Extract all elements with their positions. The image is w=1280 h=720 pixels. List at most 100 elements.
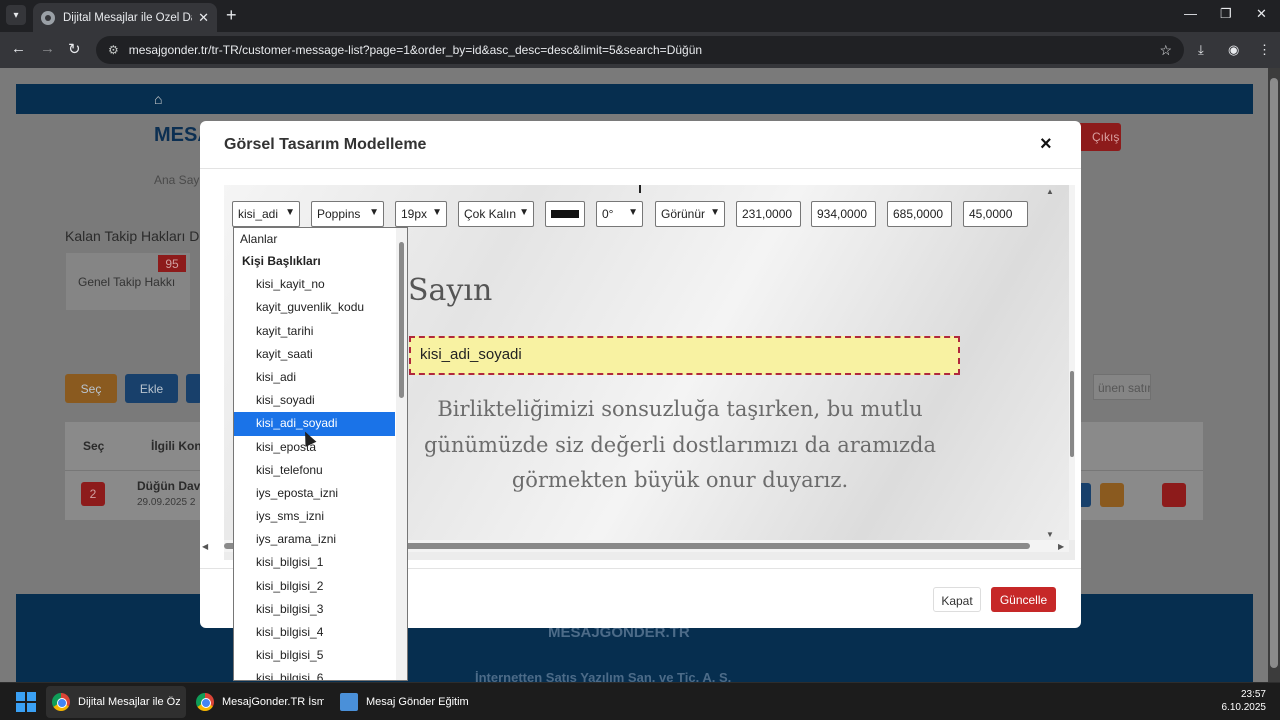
forward-icon[interactable]: → — [40, 40, 55, 57]
dropdown-option[interactable]: iys_arama_izni — [234, 528, 407, 551]
taskbar-app-chrome-1[interactable]: Dijital Mesajlar ile Özel D — [46, 686, 186, 718]
greeting-text[interactable]: Sayın — [408, 273, 492, 308]
dropdown-option[interactable]: kayit_guvenlik_kodu — [234, 296, 407, 319]
taskbar-app-label: Dijital Mesajlar ile Özel D — [78, 696, 180, 708]
field-select-value: kisi_adi — [238, 207, 279, 221]
maximize-icon[interactable]: ❐ — [1220, 6, 1232, 22]
dropdown-option[interactable]: kisi_adi — [234, 366, 407, 389]
dropdown-option[interactable]: kisi_eposta — [234, 436, 407, 459]
dropdown-option-selected[interactable]: kisi_adi_soyadi — [234, 412, 395, 436]
close-tab-icon[interactable]: ✕ — [198, 10, 209, 26]
document-icon — [340, 693, 358, 711]
selected-field-label: kisi_adi_soyadi — [420, 346, 522, 363]
dropdown-scrollbar-thumb[interactable] — [399, 242, 404, 398]
browser-tab-active[interactable]: Dijital Mesajlar ile Özel Davetiye ✕ — [33, 3, 217, 32]
row-number-badge[interactable]: 2 — [81, 482, 105, 506]
row-design-icon[interactable] — [1100, 483, 1124, 507]
select-button[interactable]: Seç — [65, 374, 117, 403]
minimize-icon[interactable]: — — [1184, 6, 1197, 21]
font-family-select[interactable]: Poppins ▼ — [311, 201, 384, 227]
dropdown-option[interactable]: iys_sms_izni — [234, 505, 407, 528]
row-subject: Düğün Dav — [137, 479, 201, 493]
close-icon[interactable]: × — [1040, 133, 1052, 156]
close-window-icon[interactable]: ✕ — [1256, 6, 1267, 22]
selected-text-field[interactable]: kisi_adi_soyadi — [409, 336, 960, 375]
modal-header: Görsel Tasarım Modelleme × — [200, 121, 1081, 169]
windows-start-icon[interactable] — [16, 692, 36, 712]
system-clock[interactable]: 23:57 6.10.2025 — [1218, 688, 1267, 714]
site-info-icon[interactable]: ⚙ — [108, 43, 119, 57]
close-button[interactable]: Kapat — [933, 587, 981, 612]
rotation-select[interactable]: 0° ▼ — [596, 201, 643, 227]
font-weight-select[interactable]: Çok Kalın ▼ — [458, 201, 534, 227]
chevron-down-icon: ▼ — [369, 207, 379, 218]
taskbar-app-label: Mesaj Gönder Eğitim Ba — [366, 696, 468, 708]
y-position-input[interactable]: 934,0000 — [811, 201, 876, 227]
text-color-picker[interactable] — [545, 201, 585, 227]
field-select[interactable]: kisi_adi ▼ — [232, 201, 300, 227]
font-size-value: 19px — [401, 207, 428, 221]
row-delete-icon[interactable] — [1162, 483, 1186, 507]
dropdown-option[interactable]: kisi_bilgisi_6 — [234, 667, 407, 680]
font-size-select[interactable]: 19px ▼ — [395, 201, 447, 227]
page-scrollbar[interactable] — [1268, 68, 1280, 682]
dropdown-option[interactable]: kisi_bilgisi_5 — [234, 644, 407, 667]
dropdown-option[interactable]: kisi_bilgisi_3 — [234, 598, 407, 621]
address-bar[interactable]: ⚙ mesajgonder.tr/tr-TR/customer-message-… — [96, 36, 1184, 64]
tab-search-icon[interactable]: ▾ — [6, 5, 26, 25]
page-scrollbar-thumb[interactable] — [1270, 78, 1278, 668]
dropdown-option[interactable]: kisi_bilgisi_1 — [234, 551, 407, 574]
browser-tabbar: ▾ Dijital Mesajlar ile Özel Davetiye ✕ +… — [0, 0, 1280, 32]
back-icon[interactable]: ← — [11, 40, 26, 57]
menu-kebab-icon[interactable]: ⋮ — [1258, 42, 1271, 58]
font-weight-value: Çok Kalın — [464, 207, 517, 221]
x-position-input[interactable]: 231,0000 — [736, 201, 801, 227]
scroll-down-arrow-icon[interactable]: ▼ — [1046, 530, 1054, 539]
home-icon[interactable]: ⌂ — [154, 91, 162, 107]
profile-icon[interactable]: ◉ — [1228, 42, 1239, 58]
update-button[interactable]: Güncelle — [991, 587, 1056, 612]
column-header-select: Seç — [83, 439, 105, 453]
width-input[interactable]: 685,0000 — [887, 201, 952, 227]
new-tab-icon[interactable]: + — [226, 5, 237, 26]
taskbar-app-chrome-2[interactable]: MesajGonder.TR İsme Ö — [190, 686, 330, 718]
dropdown-scrollbar[interactable] — [396, 228, 407, 680]
reload-icon[interactable]: ↻ — [68, 40, 81, 58]
download-icon[interactable]: ⤓ — [1198, 42, 1204, 58]
scroll-up-arrow-icon[interactable]: ▲ — [1046, 187, 1054, 196]
visibility-value: Görünür — [661, 207, 706, 221]
breadcrumb: Ana Say — [154, 173, 200, 187]
dropdown-option[interactable]: iys_eposta_izni — [234, 482, 407, 505]
dropdown-group-label: Kişi Başlıkları — [242, 254, 321, 268]
dropdown-option[interactable]: kisi_telefonu — [234, 459, 407, 482]
credit-count-badge: 95 — [158, 255, 186, 272]
field-dropdown-list[interactable]: Alanlar Kişi Başlıkları kisi_kayit_no ka… — [233, 227, 408, 681]
canvas-marker — [639, 185, 641, 193]
canvas-vertical-scrollbar[interactable] — [1069, 185, 1075, 540]
dropdown-option[interactable]: kisi_soyadi — [234, 389, 407, 412]
clock-time: 23:57 — [1240, 689, 1266, 700]
dropdown-option[interactable]: kayit_tarihi — [234, 320, 407, 343]
height-input[interactable]: 45,0000 — [963, 201, 1028, 227]
scroll-right-arrow-icon[interactable]: ▶ — [1058, 542, 1064, 551]
table-search-input[interactable]: ünen satırlar — [1093, 374, 1151, 400]
dropdown-placeholder-option[interactable]: Alanlar — [234, 228, 407, 250]
bookmark-star-icon[interactable]: ☆ — [1159, 42, 1172, 59]
scroll-left-arrow-icon[interactable]: ◀ — [202, 542, 208, 551]
taskbar-app-document[interactable]: Mesaj Gönder Eğitim Ba — [334, 686, 474, 718]
invitation-body-text[interactable]: Birlikteliğimizi sonsuzluğa taşırken, bu… — [384, 392, 976, 499]
chevron-down-icon: ▼ — [432, 207, 442, 218]
body-line: Birlikteliğimizi sonsuzluğa taşırken, bu… — [437, 397, 923, 421]
body-line: günümüzde siz değerli dostlarımızı da ar… — [424, 432, 936, 457]
add-button[interactable]: Ekle — [125, 374, 178, 403]
dropdown-option[interactable]: kayit_saati — [234, 343, 407, 366]
credit-card-label: Genel Takip Hakkı — [78, 275, 176, 289]
dropdown-option[interactable]: kisi_kayit_no — [234, 273, 407, 296]
dropdown-option[interactable]: kisi_bilgisi_4 — [234, 621, 407, 644]
visibility-select[interactable]: Görünür ▼ — [655, 201, 725, 227]
credits-title: Kalan Takip Hakları Dı — [65, 228, 204, 244]
color-swatch — [551, 210, 579, 218]
clock-date: 6.10.2025 — [1221, 702, 1267, 713]
dropdown-option[interactable]: kisi_bilgisi_2 — [234, 575, 407, 598]
canvas-vertical-scrollbar-thumb[interactable] — [1070, 371, 1074, 457]
